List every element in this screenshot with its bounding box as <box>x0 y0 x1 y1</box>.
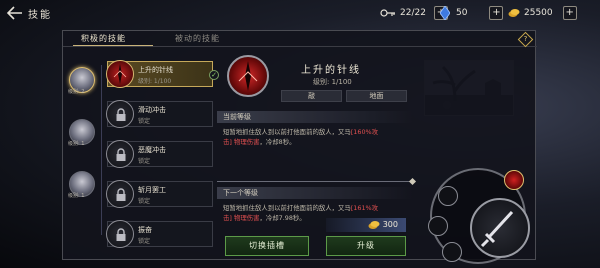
upgrade-cost: 300 <box>326 218 406 232</box>
help-button[interactable]: ? <box>517 31 534 48</box>
skill-icon <box>106 100 134 128</box>
weapon-attack-button[interactable] <box>470 198 530 258</box>
back-arrow-icon[interactable] <box>6 5 24 21</box>
gold-coin-icon <box>508 8 520 18</box>
skill-item-locked[interactable]: 滑动冲击 锁定 <box>106 100 213 128</box>
lock-icon <box>115 147 127 161</box>
damage-percent: [160%攻 <box>350 128 378 136</box>
skill-level: 级别: 1/100 <box>138 78 172 85</box>
skill-slot-equipped[interactable] <box>504 170 524 190</box>
add-gold-button[interactable]: + <box>562 6 577 20</box>
skill-level: 级别: 1/100 <box>313 78 352 86</box>
rising-needle-skill-icon <box>106 60 134 88</box>
skill-tree-line <box>101 65 102 235</box>
character-avatar[interactable]: 级别: 1 <box>68 119 95 147</box>
character-avatar[interactable]: 级别: 1 <box>68 171 95 199</box>
damage-percent-end: 击] <box>223 214 232 222</box>
key-icon <box>380 8 396 18</box>
upgrade-button[interactable]: 升级 <box>326 236 406 256</box>
damage-type: 物理伤害 <box>233 214 260 222</box>
lock-icon <box>115 107 127 121</box>
tab-active-skills[interactable]: 积极的技能 <box>81 33 126 44</box>
tab-underline <box>73 45 153 46</box>
skill-status: 锁定 <box>138 118 151 125</box>
gem-icon <box>440 6 450 20</box>
skill-slot[interactable] <box>428 216 448 236</box>
character-list: 级别: 2 级别: 1 级别: 1 <box>63 47 101 259</box>
skill-icon <box>106 180 134 208</box>
description-text: 短暂地抓住敌人到以前打他面前的敌人，又马 <box>223 204 351 212</box>
skill-tabs: 积极的技能 被动的技能 ? <box>63 31 537 48</box>
add-gems-button[interactable]: + <box>489 6 504 20</box>
gems-counter: 50 + <box>440 5 504 21</box>
gems-value: 50 <box>456 8 468 18</box>
cooldown-text: ，冷却8秒。 <box>259 138 296 146</box>
current-level-heading: 当前等级 <box>217 111 413 123</box>
keys-value: 22/22 <box>400 8 426 18</box>
switch-slot-button[interactable]: 切换插槽 <box>225 236 309 256</box>
damage-percent: [161%攻 <box>350 204 378 212</box>
lock-icon <box>115 227 127 241</box>
skill-name: 上升的针线 <box>138 66 173 74</box>
character-level: 级别: 2 <box>68 89 85 95</box>
description-text: 短暂地抓住敌人到以前打他面前的敌人，又马 <box>223 128 351 136</box>
character-level: 级别: 1 <box>68 141 85 147</box>
character-avatar[interactable]: 级别: 2 <box>68 67 95 95</box>
skill-name: 振奋 <box>138 226 152 234</box>
page-title: 技能 <box>28 10 52 21</box>
skill-item-locked[interactable]: 恶魔冲击 锁定 <box>106 140 213 168</box>
gold-value: 25500 <box>524 8 553 18</box>
rising-needle-skill-icon <box>227 55 269 97</box>
sword-icon <box>480 210 514 248</box>
skill-tags: 敲 地面 <box>281 90 411 102</box>
skill-item-locked[interactable]: 振奋 锁定 <box>106 220 213 248</box>
skill-status: 锁定 <box>138 158 151 165</box>
character-level: 级别: 1 <box>68 193 85 199</box>
next-level-heading: 下一个等级 <box>217 187 413 199</box>
skill-icon <box>106 220 134 248</box>
skill-status: 锁定 <box>138 198 151 205</box>
cost-value: 300 <box>382 220 398 229</box>
damage-type: 物理伤害 <box>233 138 260 146</box>
skill-slot[interactable] <box>442 242 462 262</box>
damage-percent-end: 击] <box>223 138 232 146</box>
tab-passive-skills[interactable]: 被动的技能 <box>175 33 220 44</box>
skill-tag: 地面 <box>346 90 407 102</box>
current-level-description: 短暂地抓住敌人到以前打他面前的敌人，又马[160%攻 击] 物理伤害，冷却8秒。 <box>217 127 413 147</box>
skill-name: 滑动冲击 <box>138 106 166 114</box>
skill-item-locked[interactable]: 斩月罢工 锁定 <box>106 180 213 208</box>
skill-title: 上升的针线 <box>301 65 361 76</box>
gold-counter: 25500 + <box>508 5 577 21</box>
cooldown-text: ，冷却7.98秒。 <box>259 214 306 222</box>
skill-name: 斩月罢工 <box>138 186 166 194</box>
skill-name: 恶魔冲击 <box>138 146 166 154</box>
lock-icon <box>115 187 127 201</box>
skill-status: 锁定 <box>138 238 151 245</box>
section-divider <box>217 181 413 182</box>
skill-tag: 敲 <box>281 90 342 102</box>
skill-slot[interactable] <box>438 186 458 206</box>
gold-coin-icon <box>368 220 380 230</box>
skill-item-active[interactable]: 上升的针线 级别: 1/100 ✓ <box>106 60 219 88</box>
keys-counter: 22/22 + <box>380 5 448 21</box>
help-icon: ? <box>523 35 528 43</box>
skill-icon <box>106 140 134 168</box>
top-bar: 技能 22/22 + 50 + 25500 + <box>0 0 600 26</box>
